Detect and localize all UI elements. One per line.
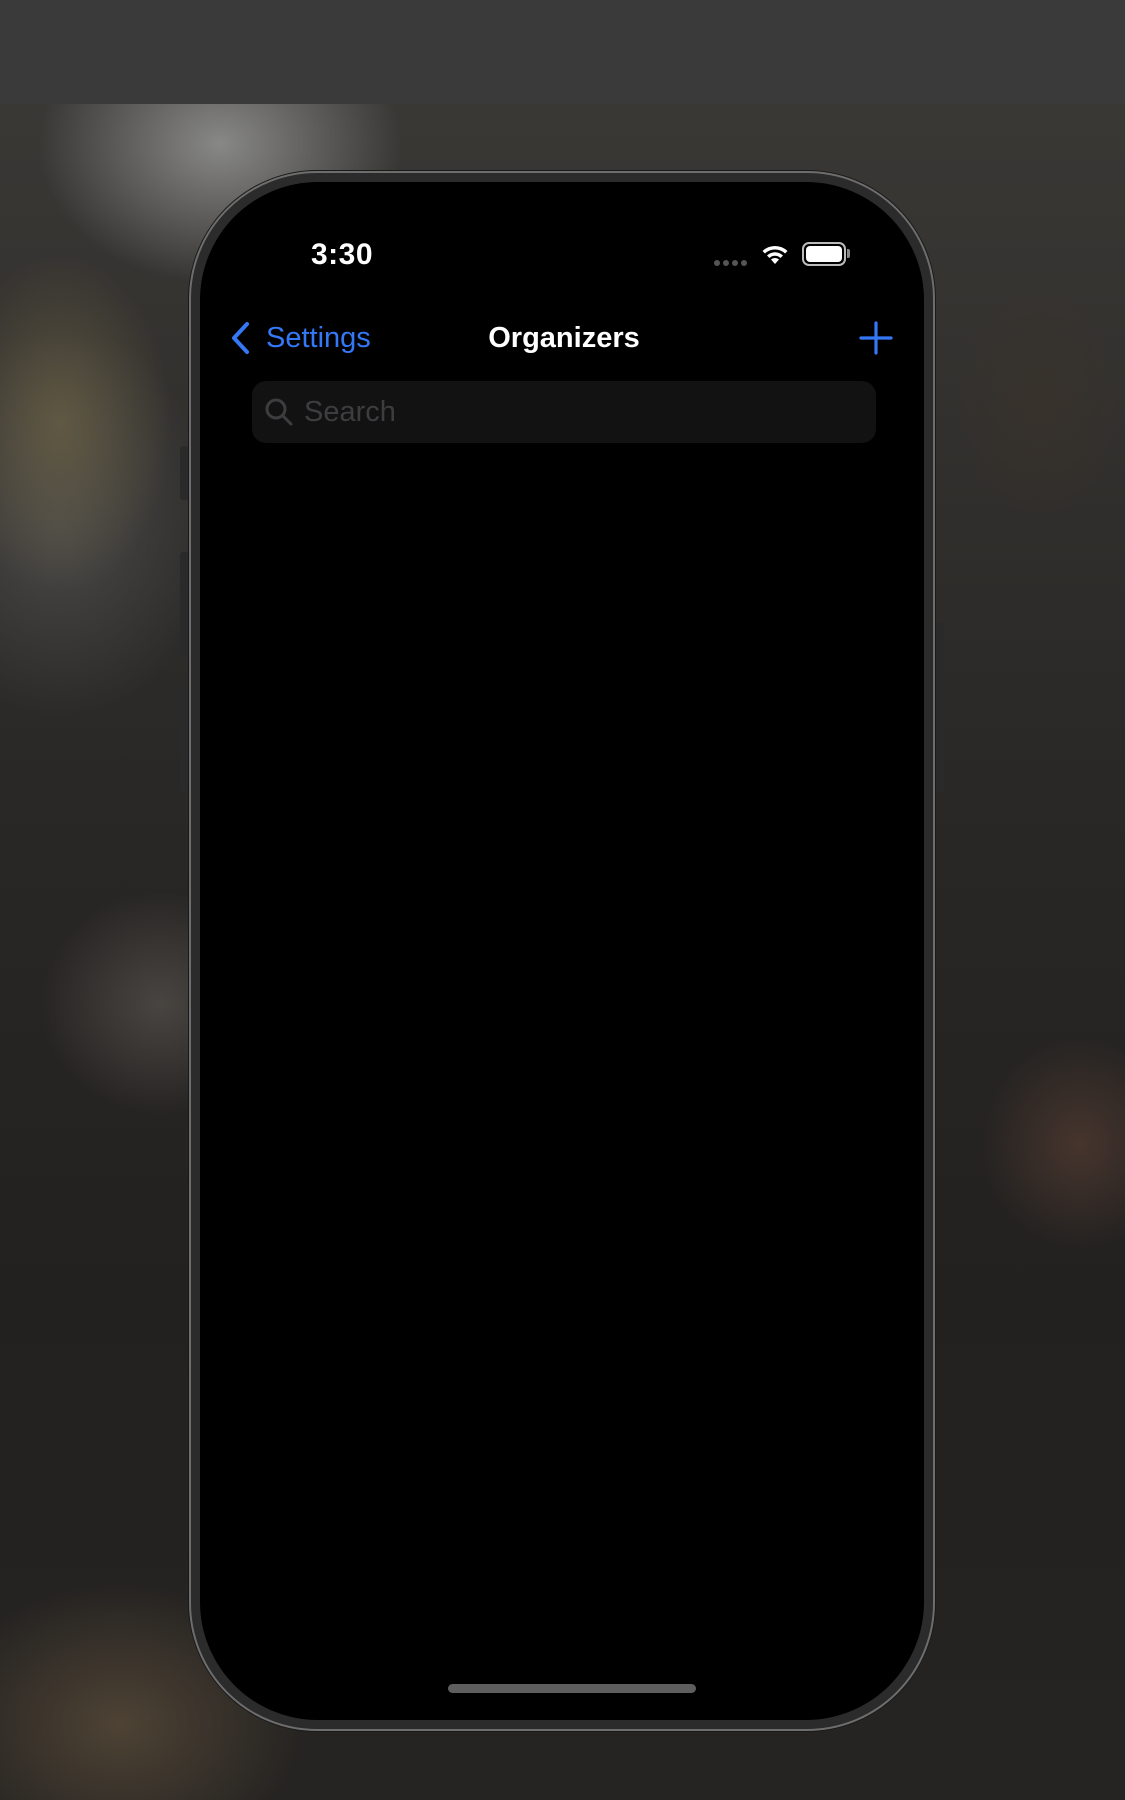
phone-volume-down-button	[180, 688, 189, 792]
navigation-bar: Settings Organizers	[200, 310, 924, 366]
plus-icon[interactable]	[856, 318, 896, 358]
phone-frame: 3:30 Settings Organizers	[189, 171, 935, 1731]
battery-tip	[847, 249, 850, 258]
status-time: 3:30	[311, 238, 374, 271]
wifi-icon	[762, 245, 788, 264]
phone-volume-up-button	[180, 552, 189, 656]
phone-screen: 3:30 Settings Organizers	[200, 182, 924, 1720]
window-top-bar	[0, 0, 1125, 104]
search-input[interactable]	[304, 381, 864, 443]
home-indicator[interactable]	[448, 1684, 696, 1693]
phone-power-button	[935, 622, 944, 792]
magnifying-glass-icon	[265, 398, 293, 426]
phone-mute-switch	[180, 446, 189, 500]
page-title: Organizers	[488, 322, 640, 354]
search-bar[interactable]	[252, 381, 876, 443]
battery-icon	[802, 242, 846, 266]
battery-level-fill	[806, 246, 842, 262]
cellular-signal-icon	[714, 260, 748, 266]
